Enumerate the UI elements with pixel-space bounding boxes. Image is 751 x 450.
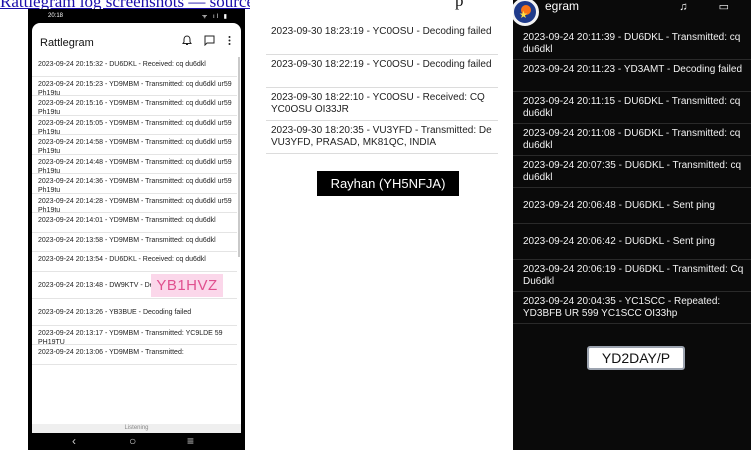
list-item[interactable]: 2023-09-24 20:13:06 - YD9MBM - Transmitt… bbox=[32, 345, 237, 365]
app-title: egram bbox=[545, 0, 580, 13]
list-item[interactable]: 2023-09-30 18:22:19 - YC0OSU - Decoding … bbox=[266, 55, 498, 88]
status-time: 20:18 bbox=[48, 13, 64, 19]
list-item[interactable]: 2023-09-24 20:13:58 - YD9MBM - Transmitt… bbox=[32, 233, 237, 252]
list-item[interactable]: 2023-09-24 20:14:01 - YD9MBM - Transmitt… bbox=[32, 213, 237, 233]
list-item[interactable]: 2023-09-24 20:13:17 - YD9MBM - Transmitt… bbox=[32, 326, 237, 345]
left-phone-screenshot: 20:18 ᯤ ıl ▮ Rattlegram 2023-09-24 20:15… bbox=[28, 9, 245, 450]
more-vert-icon[interactable] bbox=[228, 35, 231, 49]
list-item[interactable]: 2023-09-24 20:07:35 - DU6DKL - Transmitt… bbox=[513, 156, 751, 188]
list-item[interactable]: 2023-09-24 20:14:28 - YD9MBM - Transmitt… bbox=[32, 194, 237, 213]
list-item[interactable]: 2023-09-24 20:06:19 - DU6DKL - Transmitt… bbox=[513, 260, 751, 292]
caption-fragment: p bbox=[455, 0, 464, 10]
list-item[interactable]: 2023-09-24 20:13:54 - DU6DKL - Received:… bbox=[32, 252, 237, 272]
callsign-tag-middle: Rayhan (YH5NFJA) bbox=[317, 171, 459, 196]
list-item[interactable]: 2023-09-24 20:15:23 - YD9MBM - Transmitt… bbox=[32, 77, 237, 96]
list-item[interactable]: 2023-09-24 20:13:26 - YB3BUE - Decoding … bbox=[32, 299, 237, 326]
list-item[interactable]: 2023-09-30 18:20:35 - VU3YFD - Transmitt… bbox=[266, 121, 498, 154]
list-item[interactable]: 2023-09-24 20:14:58 - YD9MBM - Transmitt… bbox=[32, 135, 237, 155]
app-bar: egram ♫ ▭ bbox=[513, 0, 751, 27]
chat-icon[interactable] bbox=[204, 35, 215, 49]
list-item[interactable]: 2023-09-30 18:23:19 - YC0OSU - Decoding … bbox=[266, 22, 498, 55]
appbar-icons[interactable]: ♫ ▭ bbox=[679, 0, 743, 13]
list-item[interactable]: 2023-09-30 18:22:10 - YC0OSU - Received:… bbox=[266, 88, 498, 121]
right-phone-screenshot: egram ♫ ▭ 2023-09-24 20:11:39 - DU6DKL -… bbox=[513, 0, 751, 450]
bell-icon[interactable] bbox=[182, 35, 192, 49]
list-item[interactable]: 2023-09-24 20:04:35 - YC1SCC - Repeated:… bbox=[513, 292, 751, 324]
list-item[interactable]: 2023-09-24 20:15:16 - YD9MBM - Transmitt… bbox=[32, 96, 237, 116]
message-list[interactable]: 2023-09-24 20:11:39 - DU6DKL - Transmitt… bbox=[513, 28, 751, 324]
list-item[interactable]: 2023-09-24 20:14:36 - YD9MBM - Transmitt… bbox=[32, 174, 237, 194]
callsign-tag-left: YB1HVZ bbox=[151, 274, 223, 297]
recents-icon[interactable]: ≡ bbox=[187, 434, 194, 448]
middle-message-list: 2023-09-30 18:23:19 - YC0OSU - Decoding … bbox=[266, 22, 498, 154]
navigation-bar: ‹ ○ ≡ bbox=[28, 433, 245, 450]
list-item[interactable]: 2023-09-24 20:06:48 - DU6DKL - Sent ping bbox=[513, 188, 751, 224]
list-item[interactable]: 2023-09-24 20:11:15 - DU6DKL - Transmitt… bbox=[513, 92, 751, 124]
listening-status: Listening bbox=[32, 424, 241, 433]
app-bar: Rattlegram bbox=[32, 23, 241, 57]
list-item[interactable]: 2023-09-24 20:06:42 - DU6DKL - Sent ping bbox=[513, 224, 751, 260]
scrollbar[interactable] bbox=[238, 57, 240, 257]
list-item[interactable]: 2023-09-24 20:11:23 - YD3AMT - Decoding … bbox=[513, 60, 751, 92]
message-list[interactable]: 2023-09-24 20:15:32 - DU6DKL - Received:… bbox=[32, 57, 237, 365]
callsign-tag-right: YD2DAY/P bbox=[587, 346, 685, 370]
home-icon[interactable]: ○ bbox=[129, 434, 136, 448]
list-item[interactable]: 2023-09-24 20:14:48 - YD9MBM - Transmitt… bbox=[32, 155, 237, 174]
list-item[interactable]: 2023-09-24 20:11:39 - DU6DKL - Transmitt… bbox=[513, 28, 751, 60]
app-title: Rattlegram bbox=[40, 37, 94, 49]
signal-battery-icon: ᯤ ıl ▮ bbox=[201, 14, 229, 20]
back-icon[interactable]: ‹ bbox=[72, 434, 76, 448]
app-screen: Rattlegram 2023-09-24 20:15:32 - DU6DKL … bbox=[32, 23, 241, 433]
list-item[interactable]: 2023-09-24 20:15:05 - YD9MBM - Transmitt… bbox=[32, 116, 237, 135]
list-item[interactable]: 2023-09-24 20:15:32 - DU6DKL - Received:… bbox=[32, 57, 237, 77]
status-bar: 20:18 ᯤ ıl ▮ bbox=[28, 9, 245, 23]
list-item[interactable]: 2023-09-24 20:11:08 - DU6DKL - Transmitt… bbox=[513, 124, 751, 156]
